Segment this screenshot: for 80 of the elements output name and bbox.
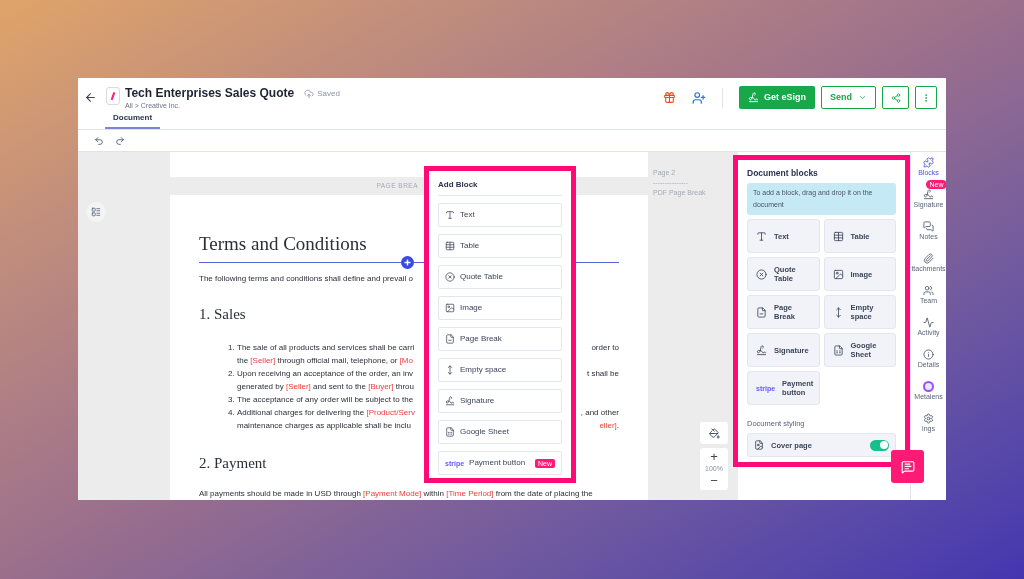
list-text: The acceptance of any order will be subject to the [237, 394, 414, 406]
cover-page-toggle[interactable] [870, 439, 889, 451]
image-icon [445, 303, 455, 313]
signature-icon [747, 92, 759, 103]
section-heading: 1. Sales [199, 305, 246, 324]
document-tab[interactable]: Document [105, 112, 161, 129]
chat-bubbles-icon [923, 221, 934, 232]
add-block-item[interactable]: Table [438, 234, 562, 258]
list-text: eller]. [599, 420, 619, 432]
document-icon [106, 87, 120, 105]
add-block-item[interactable]: Signature [438, 389, 562, 413]
ring-icon [923, 381, 934, 392]
paperclip-icon [923, 253, 934, 264]
circle-x-icon [756, 268, 767, 280]
list-text: Additional charges for delivering the [Product/Serv [237, 407, 415, 419]
add-block-item[interactable]: Empty space [438, 358, 562, 382]
list-text: The sale of all products and services shall be carri [237, 342, 415, 354]
list-text: , and other [580, 407, 619, 419]
file-image-icon [754, 440, 764, 451]
list-number: 4. [228, 407, 236, 419]
list-text: the [Seller] through official mail, telephone, or [Mo [237, 355, 413, 367]
paint-bucket-button[interactable] [700, 422, 728, 444]
puzzle-icon [923, 157, 934, 168]
add-user-icon[interactable] [691, 90, 706, 105]
share-icon [890, 92, 901, 103]
add-block-item[interactable]: Google Sheet [438, 420, 562, 444]
settings-icon [923, 413, 934, 424]
document-title: Tech Enterprises Sales Quote [125, 86, 295, 101]
share-button[interactable] [882, 86, 909, 109]
chat-button[interactable] [891, 450, 924, 483]
undo-icon[interactable] [94, 135, 104, 146]
save-status: Saved [317, 87, 340, 100]
payment-text: All payments should be made in USD through [Payment Mode] within [Time Period] from the date of placing the [199, 488, 593, 499]
section-heading: 2. Payment [199, 454, 267, 473]
signature-icon [445, 396, 455, 406]
list-text: order to [591, 342, 619, 354]
info-icon [923, 349, 934, 360]
add-block-item[interactable]: Page Break [438, 327, 562, 351]
table-icon [445, 241, 455, 251]
add-block-plus-icon[interactable] [401, 255, 414, 269]
text-size-icon [756, 230, 767, 242]
add-block-item[interactable]: Image [438, 296, 562, 320]
chevron-down-icon [858, 93, 867, 102]
list-text: maintenance charges as applicable shall be inclu [237, 420, 411, 432]
page-break-icon [445, 334, 455, 344]
outline-button[interactable] [86, 202, 106, 222]
signature-icon [756, 344, 767, 356]
list-number: 3. [228, 394, 236, 406]
image-icon [832, 268, 844, 280]
activity-icon [923, 317, 934, 328]
back-arrow-icon[interactable] [84, 91, 97, 104]
list-number: 1. [228, 342, 236, 354]
table-icon [832, 230, 844, 242]
list-icon [91, 207, 101, 217]
popover-title: Add Block [438, 180, 562, 196]
cloud-icon [304, 88, 315, 99]
more-button[interactable] [915, 86, 937, 109]
text-size-icon [445, 210, 455, 220]
spreadsheet-icon [445, 427, 455, 437]
list-number: 2. [228, 368, 236, 380]
list-text: Upon receiving an acceptance of the order, an inv [237, 368, 414, 380]
chat-icon [900, 459, 915, 474]
panel-title: Document blocks [747, 167, 819, 179]
zoom-out-button[interactable]: − [710, 474, 718, 488]
vertical-arrow-icon [445, 365, 455, 375]
page-break-icon [756, 306, 767, 318]
spreadsheet-icon [832, 344, 844, 356]
team-icon [923, 285, 934, 296]
paint-bucket-icon [708, 427, 720, 439]
redo-icon[interactable] [115, 135, 125, 146]
document-heading: Terms and Conditions [199, 232, 367, 256]
gift-icon[interactable] [662, 91, 676, 104]
list-text: generated by [Seller] and sent to the [Buyer] throu [237, 381, 415, 393]
add-block-item[interactable]: Text [438, 203, 562, 227]
intro-text: The following terms and conditions shall define and prevail o [199, 273, 413, 285]
add-block-item[interactable]: Quote Table [438, 265, 562, 289]
circle-x-icon [445, 272, 455, 282]
zoom-in-button[interactable]: + [710, 450, 718, 464]
signature-icon [923, 189, 934, 200]
list-text: t shall be [586, 368, 619, 380]
